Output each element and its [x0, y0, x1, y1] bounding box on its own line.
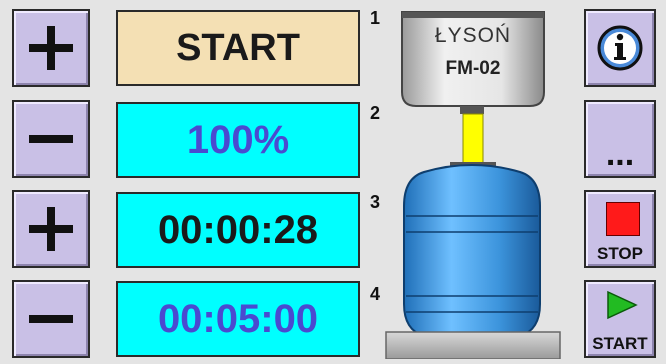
minus-icon — [29, 315, 73, 323]
row2-minus-button[interactable] — [12, 100, 90, 178]
info-button[interactable] — [584, 9, 656, 87]
model-label: FM-02 — [445, 58, 501, 79]
set-time-display: 00:05:00 — [116, 281, 360, 357]
more-label: ... — [605, 135, 635, 173]
stop-square-icon — [606, 202, 640, 236]
minus-icon — [29, 135, 73, 143]
start-label: START — [592, 334, 648, 353]
row3-plus-button[interactable] — [12, 190, 90, 268]
start-button[interactable]: START — [584, 280, 656, 358]
row1-plus-button[interactable] — [12, 9, 90, 87]
stop-label: STOP — [597, 244, 643, 263]
row-number-1: 1 — [370, 8, 381, 28]
row-number-2: 2 — [370, 103, 381, 123]
play-triangle-icon — [607, 290, 638, 320]
device-illustration: ŁYSOŃ FM-02 — [384, 10, 564, 360]
row-number-4: 4 — [370, 284, 381, 304]
plus-icon — [29, 207, 73, 251]
speed-percent-display: 100% — [116, 102, 360, 178]
elapsed-time-display: 00:00:28 — [116, 192, 360, 268]
more-options-button[interactable]: ... — [584, 100, 656, 178]
brand-logo: ŁYSOŃ — [434, 24, 512, 47]
row-number-3: 3 — [370, 192, 381, 212]
plus-icon — [29, 26, 73, 70]
state-display: START — [116, 10, 360, 86]
row4-minus-button[interactable] — [12, 280, 90, 358]
info-icon — [597, 25, 643, 71]
stop-button[interactable]: STOP — [584, 190, 656, 268]
